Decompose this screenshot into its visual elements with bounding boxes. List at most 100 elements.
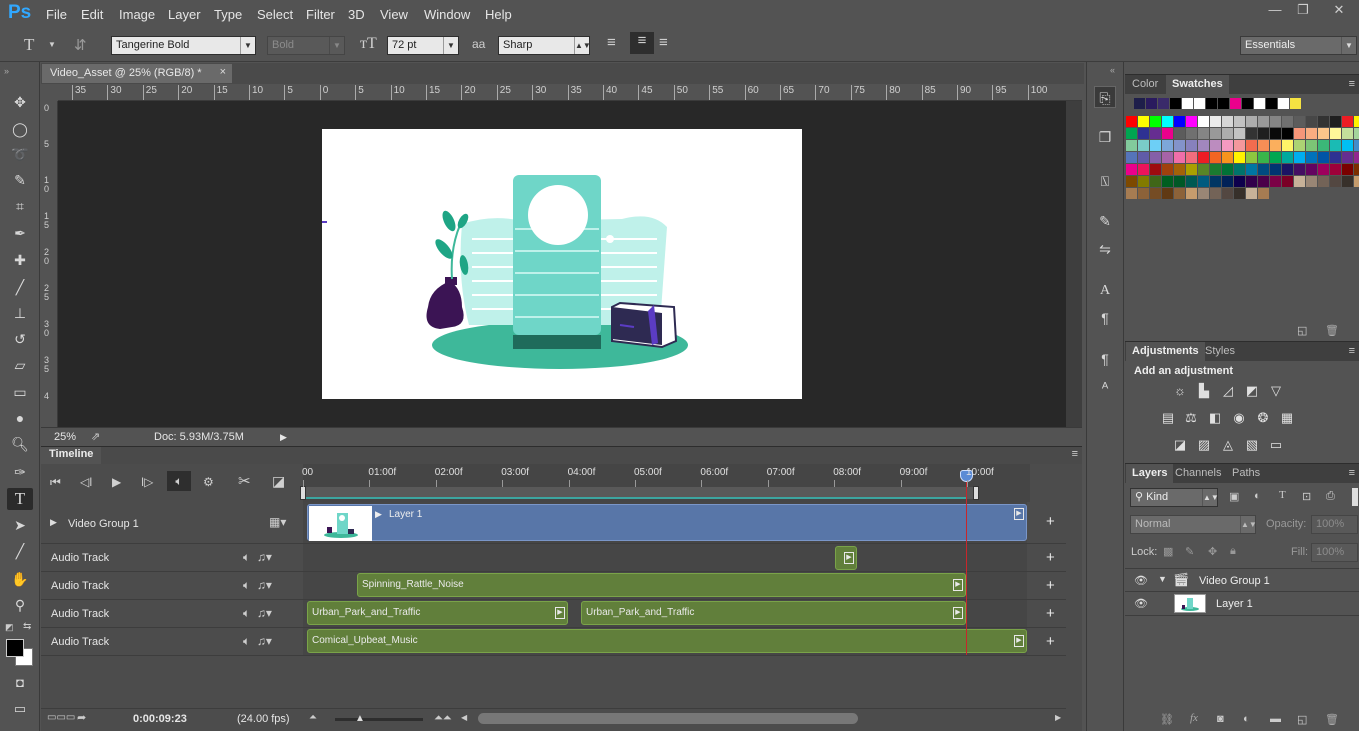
color-swatch[interactable]: [1150, 128, 1161, 139]
preset-dropdown-icon[interactable]: ▼: [48, 40, 56, 49]
recent-swatch[interactable]: [1242, 98, 1253, 109]
color-swatch[interactable]: [1354, 176, 1359, 187]
color-swatch[interactable]: [1282, 128, 1293, 139]
expand-clip-icon[interactable]: ▶: [375, 509, 382, 520]
color-swatch[interactable]: [1210, 140, 1221, 151]
line-tool-icon[interactable]: ╱: [7, 540, 33, 562]
color-swatch[interactable]: [1330, 152, 1341, 163]
tab-adjustments[interactable]: Adjustments: [1126, 342, 1205, 361]
work-area-start-handle[interactable]: [300, 486, 306, 500]
color-swatch[interactable]: [1174, 116, 1185, 127]
selective-color-icon[interactable]: ▧: [1243, 437, 1261, 453]
color-swatch[interactable]: [1270, 176, 1281, 187]
frame-animation-icon[interactable]: ▭▭▭: [47, 712, 75, 723]
color-swatch[interactable]: [1294, 116, 1305, 127]
color-swatch[interactable]: [1150, 116, 1161, 127]
clip-options-icon[interactable]: ▶: [953, 607, 963, 619]
color-swatch[interactable]: [1246, 140, 1257, 151]
transition-icon[interactable]: ◪: [272, 473, 285, 490]
color-swatch[interactable]: [1234, 188, 1245, 199]
color-swatch[interactable]: [1126, 140, 1137, 151]
recent-swatch[interactable]: [1278, 98, 1289, 109]
recent-swatch[interactable]: [1230, 98, 1241, 109]
color-swatch[interactable]: [1162, 128, 1173, 139]
blend-mode-dropdown[interactable]: Normal ▲▼: [1130, 515, 1257, 534]
color-swatch[interactable]: [1354, 164, 1359, 175]
color-swatch[interactable]: [1210, 164, 1221, 175]
clip-options-icon[interactable]: ▶: [555, 607, 565, 619]
color-swatch[interactable]: [1294, 176, 1305, 187]
color-swatch[interactable]: [1330, 128, 1341, 139]
color-swatch[interactable]: [1246, 176, 1257, 187]
swap-colors-icon[interactable]: ⇆: [23, 621, 31, 632]
crop-tool-icon[interactable]: ⌗: [7, 195, 33, 217]
color-swatch[interactable]: [1138, 140, 1149, 151]
color-swatch[interactable]: [1318, 152, 1329, 163]
align-right-icon[interactable]: ≡: [659, 34, 668, 51]
recent-swatch[interactable]: [1146, 98, 1157, 109]
lasso-tool-icon[interactable]: ➰: [7, 143, 33, 165]
color-swatch[interactable]: [1234, 140, 1245, 151]
color-swatch[interactable]: [1210, 128, 1221, 139]
color-swatch[interactable]: [1318, 176, 1329, 187]
audio-toggle-icon[interactable]: 🔈︎: [167, 471, 191, 491]
film-strip-icon[interactable]: ▦▾: [269, 515, 286, 529]
color-swatch[interactable]: [1222, 140, 1233, 151]
menu-file[interactable]: File: [46, 7, 67, 22]
recent-swatch[interactable]: [1254, 98, 1265, 109]
color-swatch[interactable]: [1138, 152, 1149, 163]
color-swatch[interactable]: [1186, 140, 1197, 151]
delete-layer-icon[interactable]: 🗑︎: [1325, 713, 1339, 726]
color-swatch[interactable]: [1342, 140, 1353, 151]
color-swatch[interactable]: [1282, 176, 1293, 187]
recent-swatch[interactable]: [1134, 98, 1145, 109]
new-adjustment-icon[interactable]: ◐: [1243, 713, 1250, 725]
add-audio-button[interactable]: +: [1046, 577, 1055, 594]
zoom-level[interactable]: 25%: [54, 431, 76, 443]
color-swatch[interactable]: [1282, 164, 1293, 175]
panel-menu-icon[interactable]: ≡: [1349, 78, 1355, 90]
color-swatch[interactable]: [1174, 140, 1185, 151]
color-swatch[interactable]: [1342, 152, 1353, 163]
zoom-in-icon[interactable]: ⏶⏶: [434, 712, 452, 725]
color-swatch[interactable]: [1198, 164, 1209, 175]
zoom-out-icon[interactable]: ⏶: [309, 712, 317, 723]
color-swatch[interactable]: [1330, 116, 1341, 127]
color-swatch[interactable]: [1258, 164, 1269, 175]
eyedropper-tool-icon[interactable]: ✒: [7, 222, 33, 244]
color-swatch[interactable]: [1234, 164, 1245, 175]
audio-clip[interactable]: ▶: [835, 546, 857, 570]
color-swatch[interactable]: [1318, 116, 1329, 127]
color-swatch[interactable]: [1246, 152, 1257, 163]
play-icon[interactable]: ▶: [112, 475, 121, 489]
menu-edit[interactable]: Edit: [81, 7, 103, 22]
menu-type[interactable]: Type: [214, 7, 242, 22]
color-swatch[interactable]: [1294, 140, 1305, 151]
collapse-toolbar-icon[interactable]: »: [4, 66, 9, 76]
color-swatch[interactable]: [1342, 164, 1353, 175]
recent-swatch[interactable]: [1158, 98, 1169, 109]
zoom-tool-icon[interactable]: ⚲: [7, 594, 33, 616]
brush-tool-icon[interactable]: ╱: [7, 276, 33, 298]
opacity-field[interactable]: 100%: [1311, 515, 1358, 534]
color-swatch[interactable]: [1126, 164, 1137, 175]
go-to-first-frame-icon[interactable]: ⏮: [50, 475, 61, 490]
color-swatch[interactable]: [1318, 164, 1329, 175]
color-swatch[interactable]: [1270, 164, 1281, 175]
new-swatch-icon[interactable]: ◱: [1297, 324, 1307, 337]
color-swatch[interactable]: [1222, 116, 1233, 127]
color-swatch[interactable]: [1318, 140, 1329, 151]
blur-tool-icon[interactable]: ●: [7, 407, 33, 429]
share-icon[interactable]: ⇗: [91, 430, 100, 443]
collapse-dock-icon[interactable]: «: [1110, 65, 1115, 75]
layer-style-icon[interactable]: fx: [1190, 712, 1198, 724]
tab-styles[interactable]: Styles: [1205, 345, 1235, 357]
color-swatch[interactable]: [1318, 128, 1329, 139]
color-swatch[interactable]: [1162, 164, 1173, 175]
color-swatch[interactable]: [1162, 152, 1173, 163]
audio-track-icons[interactable]: 🔈︎ ♫▾: [243, 606, 272, 621]
recent-swatch[interactable]: [1206, 98, 1217, 109]
black-white-icon[interactable]: ◧: [1206, 410, 1224, 426]
color-swatch[interactable]: [1162, 140, 1173, 151]
panel-menu-icon[interactable]: ≡: [1349, 345, 1355, 357]
